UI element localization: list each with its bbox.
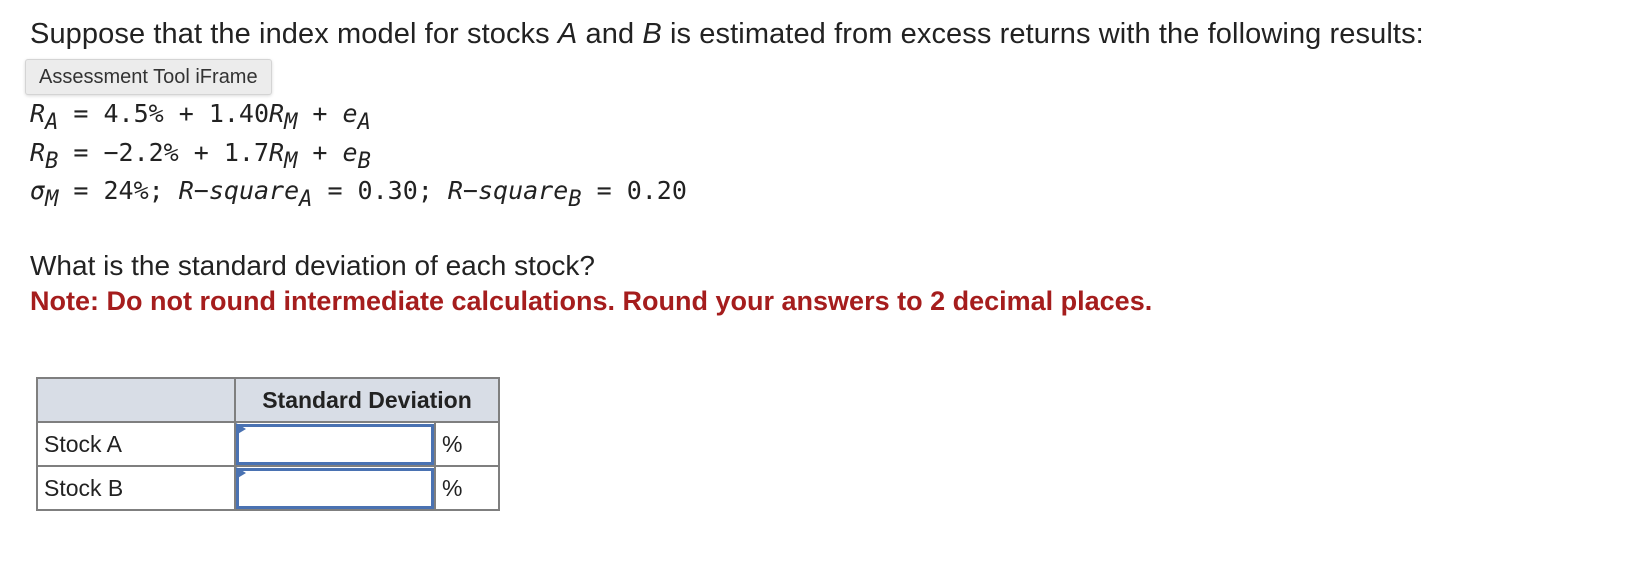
eq-text: + — [297, 99, 343, 128]
input-flag-icon — [236, 423, 246, 435]
rounding-note: Note: Do not round intermediate calculat… — [30, 286, 1153, 316]
unit-percent: % — [434, 421, 500, 467]
answer-table: Standard Deviation Stock A % Stock B % — [36, 377, 500, 511]
eq-symbol: R−square — [178, 176, 300, 205]
input-cell — [234, 421, 436, 467]
table-row: Stock A % — [36, 421, 500, 467]
eq-subscript: A — [299, 187, 313, 212]
question-text: What is the standard deviation of each s… — [30, 250, 595, 281]
eq-symbol: R−square — [447, 176, 569, 205]
table-row: Stock B % — [36, 465, 500, 511]
input-cell — [234, 465, 436, 511]
eq-symbol: e — [342, 138, 358, 167]
sigma-symbol: σ — [30, 176, 46, 205]
eq-subscript: M — [45, 187, 59, 212]
header-standard-deviation: Standard Deviation — [234, 377, 500, 423]
eq-subscript: A — [45, 110, 59, 135]
eq-text: = 4.5% + 1.40 — [58, 99, 270, 128]
eq-text: + — [297, 138, 343, 167]
input-flag-icon — [236, 467, 246, 479]
eq-symbol: R — [30, 138, 46, 167]
iframe-tooltip: Assessment Tool iFrame — [25, 59, 272, 95]
equation-stock-b: RB = −2.2% + 1.7RM + eB — [30, 138, 371, 173]
intro-text: and — [577, 18, 643, 50]
header-empty-cell — [36, 377, 236, 423]
market-stats-line: σM = 24%; R−squareA = 0.30; R−squareB = … — [30, 176, 687, 211]
eq-symbol: R — [269, 138, 285, 167]
eq-text: = −2.2% + 1.7 — [58, 138, 270, 167]
eq-subscript: B — [357, 149, 371, 174]
eq-symbol: R — [269, 99, 285, 128]
eq-subscript: A — [357, 110, 371, 135]
eq-text: = 24%; — [58, 176, 179, 205]
eq-subscript: M — [284, 110, 298, 135]
stock-b-std-input[interactable] — [236, 467, 434, 509]
problem-intro: Suppose that the index model for stocks … — [30, 18, 1424, 51]
eq-subscript: B — [568, 187, 582, 212]
table-header-row: Standard Deviation — [36, 377, 500, 423]
stock-a-std-input[interactable] — [236, 423, 434, 465]
eq-text: = 0.20 — [581, 176, 687, 205]
eq-symbol: e — [342, 99, 358, 128]
eq-subscript: M — [284, 149, 298, 174]
intro-text: is estimated from excess returns with th… — [661, 18, 1424, 50]
intro-text: Suppose that the index model for stocks — [30, 18, 558, 50]
equation-stock-a: RA = 4.5% + 1.40RM + eA — [30, 99, 371, 134]
stock-b-symbol: B — [642, 18, 662, 50]
eq-text: = 0.30; — [312, 176, 448, 205]
eq-symbol: R — [30, 99, 46, 128]
row-label-stock-b: Stock B — [36, 465, 236, 511]
unit-percent: % — [434, 465, 500, 511]
stock-a-symbol: A — [557, 18, 578, 50]
eq-subscript: B — [45, 149, 59, 174]
row-label-stock-a: Stock A — [36, 421, 236, 467]
